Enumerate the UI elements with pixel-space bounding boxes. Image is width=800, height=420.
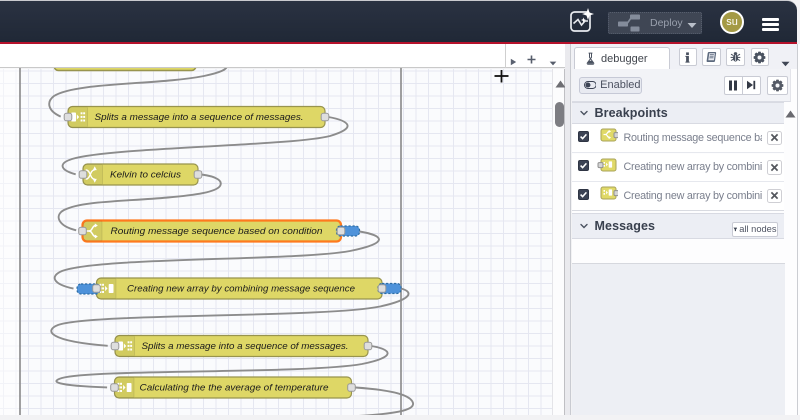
svg-text:Splits a message into a sequen: Splits a message into a sequence of mess…	[142, 341, 349, 351]
svg-text:Routing message sequence based: Routing message sequence based on condit…	[111, 226, 323, 236]
svg-text:Splits a message into a sequen: Splits a message into a sequence of mess…	[95, 112, 304, 122]
svg-text:Creating new array by combinin: Creating new array by combining message …	[127, 284, 355, 294]
svg-text:Kelvin to celcius: Kelvin to celcius	[110, 170, 181, 180]
svg-text:Calculating the the average of: Calculating the the average of temperatu…	[140, 383, 329, 393]
